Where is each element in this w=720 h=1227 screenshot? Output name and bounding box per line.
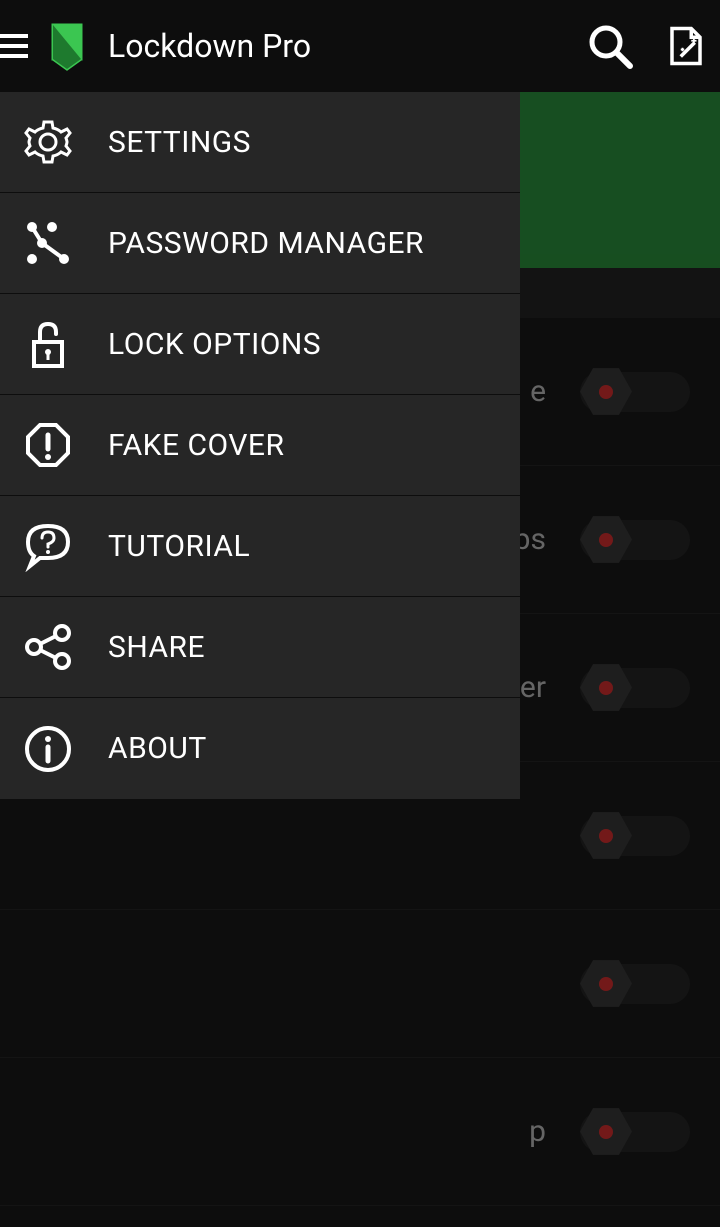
shield-logo-icon: [42, 21, 92, 71]
drawer-item-password-manager[interactable]: PASSWORD MANAGER: [0, 193, 520, 294]
drawer-item-label: PASSWORD MANAGER: [108, 226, 424, 261]
item-text-fragment: er: [520, 670, 546, 705]
drawer-item-tutorial[interactable]: TUTORIAL: [0, 496, 520, 597]
drawer-item-lock-options[interactable]: LOCK OPTIONS: [0, 294, 520, 395]
drawer-item-about[interactable]: ABOUT: [0, 698, 520, 799]
toggle-switch[interactable]: [580, 964, 690, 1004]
drawer-item-label: LOCK OPTIONS: [108, 327, 321, 362]
item-text-fragment: e: [530, 374, 546, 409]
toggle-switch[interactable]: [580, 1112, 690, 1152]
drawer-item-label: FAKE COVER: [108, 428, 284, 463]
search-icon: [586, 22, 634, 70]
toggle-thumb: [580, 366, 632, 418]
unlock-icon: [22, 318, 74, 370]
gear-icon: [22, 116, 74, 168]
toggle-thumb: [580, 1106, 632, 1158]
toggle-thumb: [580, 662, 632, 714]
list-item[interactable]: [0, 910, 720, 1058]
toggle-thumb: [580, 810, 632, 862]
share-icon: [22, 621, 74, 673]
drawer-item-share[interactable]: SHARE: [0, 597, 520, 698]
drawer-item-label: TUTORIAL: [108, 529, 250, 564]
hamburger-icon[interactable]: [0, 44, 28, 48]
navigation-drawer: SETTINGS PASSWORD MANAGER LOCK: [0, 92, 520, 799]
question-icon: [22, 520, 74, 572]
toggle-switch[interactable]: [580, 668, 690, 708]
drawer-item-label: ABOUT: [108, 731, 207, 766]
toggle-thumb: [580, 958, 632, 1010]
drawer-item-settings[interactable]: SETTINGS: [0, 92, 520, 193]
item-text-fragment: p: [529, 1114, 546, 1149]
magic-document-icon: [665, 25, 707, 67]
search-button[interactable]: [586, 22, 634, 70]
app-title: Lockdown Pro: [108, 27, 558, 65]
info-icon: [22, 723, 74, 775]
toggle-switch[interactable]: [580, 520, 690, 560]
alert-icon: [22, 419, 74, 471]
app-logo[interactable]: [42, 21, 92, 71]
drawer-item-label: SHARE: [108, 630, 205, 665]
action-bar: Lockdown Pro: [0, 0, 720, 92]
drawer-item-label: SETTINGS: [108, 125, 251, 160]
toggle-thumb: [580, 514, 632, 566]
magic-document-button[interactable]: [662, 22, 710, 70]
list-item[interactable]: p: [0, 1058, 720, 1206]
pattern-icon: [22, 217, 74, 269]
drawer-item-fake-cover[interactable]: FAKE COVER: [0, 395, 520, 496]
toggle-switch[interactable]: [580, 816, 690, 856]
toggle-switch[interactable]: [580, 372, 690, 412]
